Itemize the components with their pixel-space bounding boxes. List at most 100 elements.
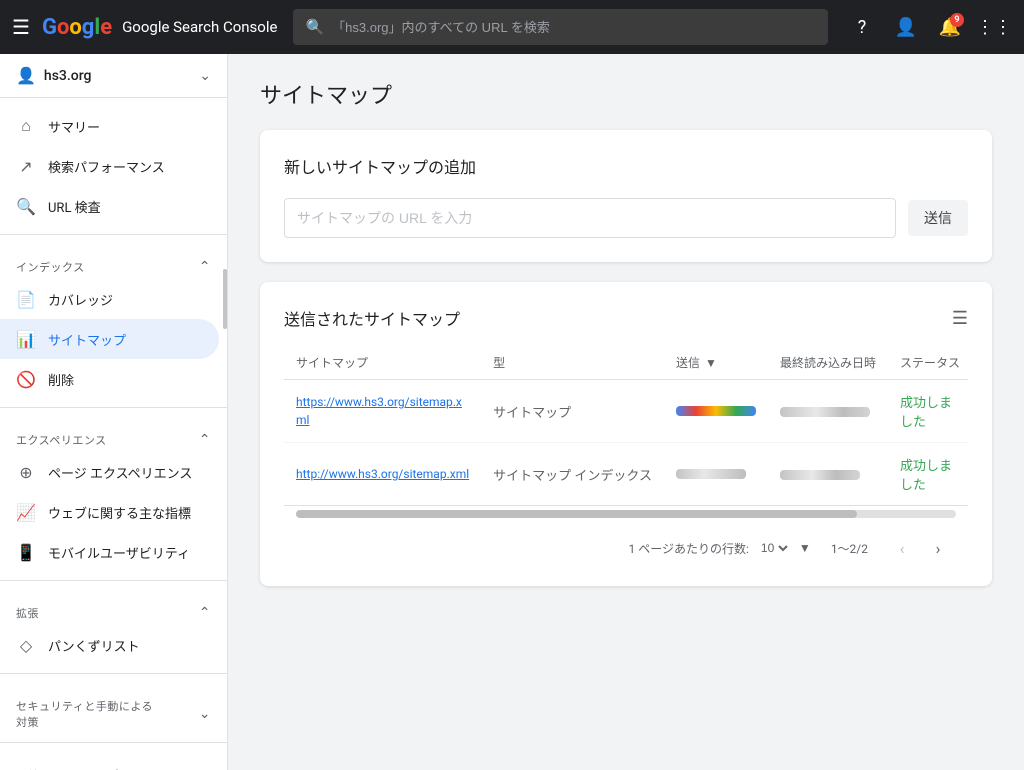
sidebar-divider-5 <box>0 742 227 743</box>
sidebar-divider-3 <box>0 580 227 581</box>
add-sitemap-card: 新しいサイトマップの追加 送信 <box>260 130 992 262</box>
account-button[interactable]: 👤 <box>888 9 924 45</box>
notification-badge: 9 <box>950 13 964 27</box>
sidebar-divider-4 <box>0 673 227 674</box>
grid-icon: ⋮⋮ <box>976 17 1012 38</box>
sidebar-item-sitemap[interactable]: 📊 サイトマップ <box>0 319 219 359</box>
filter-icon[interactable]: ☰ <box>952 308 968 329</box>
chevron-down-rows-icon: ▼ <box>799 541 811 555</box>
section-chevron-enhancements[interactable]: ⌃ <box>199 605 211 621</box>
topbar: ☰ Google Google Search Console 🔍 ? 👤 🔔 9… <box>0 0 1024 54</box>
sidebar-item-url-inspection[interactable]: 🔍 URL 検査 <box>0 186 219 226</box>
sidebar-nav: ⌂ サマリー ↗ 検索パフォーマンス 🔍 URL 検査 インデックス ⌃ 📄 カ <box>0 98 227 770</box>
sidebar-scrollbar[interactable] <box>223 54 227 770</box>
submitted-sitemaps-card: 送信されたサイトマップ ☰ サイトマップ 型 送信 ▼ 最終読み込み日時 ステー… <box>260 282 992 586</box>
sent-date-cell-2 <box>664 443 768 506</box>
sidebar-label-removal: 削除 <box>48 370 74 389</box>
section-chevron-index[interactable]: ⌃ <box>199 259 211 275</box>
section-chevron-experience[interactable]: ⌃ <box>199 432 211 448</box>
sidebar-item-removal[interactable]: 🚫 削除 <box>0 359 219 399</box>
col-header-last-read: 最終読み込み日時 <box>768 346 888 380</box>
property-icon: 👤 <box>16 66 36 85</box>
sent-date-blur-1 <box>676 406 756 416</box>
sitemap-url-input[interactable] <box>284 198 896 238</box>
sitemap-url-cell-2: http://www.hs3.org/sitemap.xml <box>284 443 481 506</box>
section-header-index: インデックス ⌃ <box>0 243 227 279</box>
sort-arrow-icon: ▼ <box>705 356 717 370</box>
sidebar-label-page-experience: ページ エクスペリエンス <box>48 463 192 482</box>
col-header-sent[interactable]: 送信 ▼ <box>664 346 768 380</box>
next-page-button[interactable]: › <box>924 534 952 562</box>
sent-date-cell-1 <box>664 380 768 443</box>
notification-button[interactable]: 🔔 9 <box>932 9 968 45</box>
sidebar-item-search-performance[interactable]: ↗ 検索パフォーマンス <box>0 146 219 186</box>
sidebar-item-breadcrumbs[interactable]: ◇ パンくずリスト <box>0 625 219 665</box>
person-icon: 👤 <box>895 17 917 38</box>
chart-icon: ↗ <box>16 157 36 176</box>
sidebar-divider-1 <box>0 234 227 235</box>
help-icon: ? <box>858 17 867 38</box>
prev-page-button[interactable]: ‹ <box>888 534 916 562</box>
magnify-icon: 🔍 <box>16 197 36 216</box>
sitemap-url-cell: https://www.hs3.org/sitemap.xml <box>284 380 481 443</box>
sidebar-scrollbar-thumb <box>223 269 227 329</box>
help-button[interactable]: ? <box>844 9 880 45</box>
add-sitemap-title: 新しいサイトマップの追加 <box>284 154 968 178</box>
search-icon: 🔍 <box>305 18 324 36</box>
sidebar-item-web-vitals[interactable]: 📈 ウェブに関する主な指標 <box>0 492 219 532</box>
sitemap-table: サイトマップ 型 送信 ▼ 最終読み込み日時 ステータス 検出された URL <box>284 346 968 505</box>
section-header-enhancements: 拡張 ⌃ <box>0 589 227 625</box>
app-title: Google Search Console <box>122 18 277 36</box>
sent-date-blur-2 <box>676 469 746 479</box>
status-cell-1: 成功しました <box>888 380 968 443</box>
submitted-header: 送信されたサイトマップ ☰ <box>284 306 968 330</box>
send-button[interactable]: 送信 <box>908 200 968 236</box>
removal-icon: 🚫 <box>16 370 36 389</box>
type-cell-2: サイトマップ インデックス <box>481 443 664 506</box>
sidebar-divider-2 <box>0 407 227 408</box>
sitemap-link-1[interactable]: https://www.hs3.org/sitemap.xml <box>296 395 462 427</box>
submitted-title: 送信されたサイトマップ <box>284 306 460 330</box>
col-header-type: 型 <box>481 346 664 380</box>
last-read-cell-2 <box>768 443 888 506</box>
main-content: サイトマップ 新しいサイトマップの追加 送信 送信されたサイトマップ ☰ サイト… <box>228 54 1024 770</box>
section-label-experience: エクスペリエンス <box>16 432 107 448</box>
web-vitals-icon: 📈 <box>16 503 36 522</box>
apps-button[interactable]: ⋮⋮ <box>976 9 1012 45</box>
section-label-security: セキュリティと手動による対策 <box>16 698 153 730</box>
section-header-experience: エクスペリエンス ⌃ <box>0 416 227 452</box>
col-header-sitemap: サイトマップ <box>284 346 481 380</box>
section-chevron-security[interactable]: ⌄ <box>199 706 211 722</box>
section-header-legacy: 以前のツールとレポート ⌄ <box>0 751 227 770</box>
sidebar-label-mobile-usability: モバイルユーザビリティ <box>48 543 190 562</box>
sidebar-item-coverage[interactable]: 📄 カバレッジ <box>0 279 219 319</box>
page-range: 1〜2/2 <box>831 540 868 557</box>
app-logo: Google Google Search Console <box>42 15 278 40</box>
sidebar-label-web-vitals: ウェブに関する主な指標 <box>48 503 191 522</box>
sidebar: 👤 hs3.org ⌄ ⌂ サマリー ↗ 検索パフォーマンス 🔍 URL 検査 <box>0 54 228 770</box>
sidebar-label-sitemap: サイトマップ <box>48 330 126 349</box>
pagination: 1 ページあたりの行数: 10 25 50 ▼ 1〜2/2 ‹ › <box>284 522 968 562</box>
search-input[interactable] <box>332 20 816 35</box>
section-label-index: インデックス <box>16 259 85 275</box>
sidebar-label-search-performance: 検索パフォーマンス <box>48 157 165 176</box>
rows-per-page-select[interactable]: 10 25 50 <box>757 540 791 556</box>
coverage-icon: 📄 <box>16 290 36 309</box>
search-bar[interactable]: 🔍 <box>293 9 828 45</box>
table-scrollbar[interactable] <box>284 505 968 522</box>
sitemap-icon: 📊 <box>16 330 36 349</box>
sidebar-label-url-inspection: URL 検査 <box>48 197 101 216</box>
sidebar-item-mobile-usability[interactable]: 📱 モバイルユーザビリティ <box>0 532 219 572</box>
col-header-status: ステータス <box>888 346 968 380</box>
sidebar-item-summary[interactable]: ⌂ サマリー <box>0 106 219 146</box>
sidebar-label-breadcrumbs: パンくずリスト <box>48 636 140 655</box>
menu-icon[interactable]: ☰ <box>12 15 30 39</box>
property-chevron-icon: ⌄ <box>199 68 211 84</box>
sitemap-link-2[interactable]: http://www.hs3.org/sitemap.xml <box>296 467 469 481</box>
sidebar-label-summary: サマリー <box>48 117 100 136</box>
sidebar-item-page-experience[interactable]: ⊕ ページ エクスペリエンス <box>0 452 219 492</box>
rows-per-page-label: 1 ページあたりの行数: <box>629 540 749 557</box>
table-scrollbar-track <box>296 510 956 518</box>
home-icon: ⌂ <box>16 116 36 136</box>
property-selector[interactable]: 👤 hs3.org ⌄ <box>0 54 227 98</box>
